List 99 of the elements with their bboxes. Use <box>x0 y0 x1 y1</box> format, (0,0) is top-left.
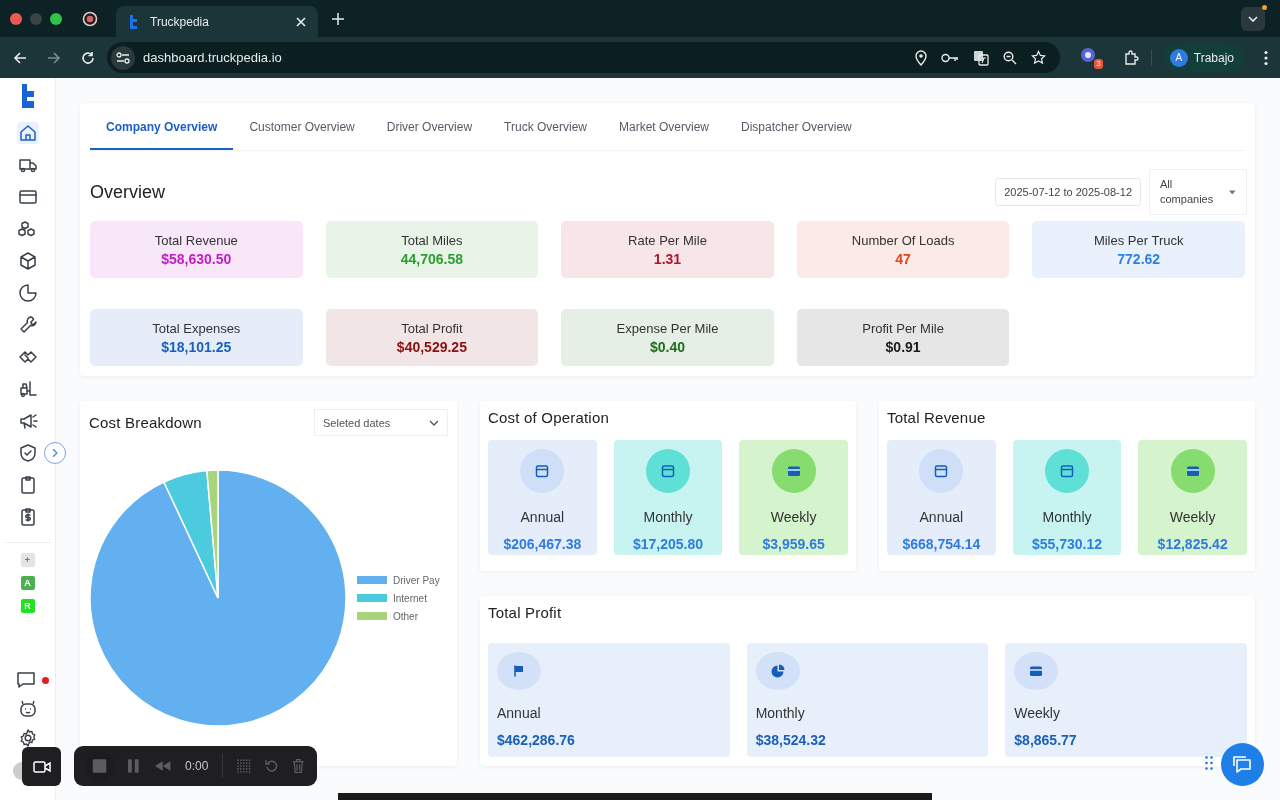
close-window-button[interactable] <box>10 12 22 25</box>
tile-label: Weekly <box>1169 509 1216 525</box>
stat-label: Total Expenses <box>152 320 241 336</box>
tile-value: $38,524.32 <box>755 732 826 748</box>
tile-value: $12,825.42 <box>1157 536 1228 552</box>
tab[interactable]: Driver Overview <box>370 103 489 150</box>
maximize-window-button[interactable] <box>50 12 62 25</box>
new-tab-icon[interactable] <box>332 12 344 25</box>
menu-icon[interactable] <box>1264 49 1268 66</box>
location-icon[interactable] <box>914 49 927 66</box>
record-icon[interactable] <box>82 10 98 27</box>
robot-icon[interactable] <box>17 699 38 719</box>
chevron-down-icon <box>1248 15 1258 22</box>
legend-label: Driver Pay <box>393 574 440 586</box>
tab[interactable]: Market Overview <box>603 103 725 150</box>
card-title: Total Profit <box>488 604 563 621</box>
company-select[interactable]: All companies <box>1149 169 1247 215</box>
chevron-down-icon <box>429 419 439 426</box>
camera-button[interactable] <box>22 747 61 786</box>
browser-tab[interactable]: Truckpedia <box>116 6 318 37</box>
date-select[interactable]: Seleted dates <box>314 409 448 436</box>
chevron-right-icon <box>52 448 58 458</box>
tile-label: Weekly <box>1014 705 1060 721</box>
legend-label: Internet <box>393 592 427 604</box>
stat-value: $58,630.50 <box>161 250 232 267</box>
drag-handle-icon[interactable] <box>1205 756 1213 770</box>
stat-label: Profit Per Mile <box>862 320 944 336</box>
forward-icon[interactable] <box>47 50 61 65</box>
extensions-icon[interactable] <box>1122 49 1139 66</box>
section-title: Overview <box>90 181 165 203</box>
stat-value: $40,529.25 <box>396 338 467 355</box>
logo-icon[interactable] <box>20 84 35 108</box>
sidebar-item[interactable] <box>16 282 39 304</box>
stat-label: Expense Per Mile <box>616 320 719 336</box>
tile-value: $55,730.12 <box>1031 536 1103 552</box>
tab[interactable]: Company Overview <box>90 103 234 150</box>
key-icon[interactable] <box>940 52 959 63</box>
tile-label: Monthly <box>643 509 693 525</box>
rewind-icon[interactable] <box>153 761 172 771</box>
tile-value: $462,286.76 <box>497 732 575 748</box>
caret-icon <box>1229 189 1236 195</box>
notification-badge: 3 <box>1094 58 1103 69</box>
chat-icon <box>1231 754 1254 775</box>
logo-icon <box>128 14 138 29</box>
extension-button[interactable]: 3 <box>1079 46 1103 69</box>
card-title: Cost of Operation <box>488 409 610 426</box>
workspace-badge[interactable]: + <box>20 553 35 567</box>
stat-value: $18,101.25 <box>161 338 232 355</box>
tile-label: Monthly <box>755 705 805 721</box>
avatar: A <box>1169 48 1188 67</box>
reload-icon[interactable] <box>81 50 95 65</box>
profile-button[interactable]: A Trabajo <box>1163 43 1244 72</box>
stat-value: $0.91 <box>885 338 921 355</box>
stat-label: Rate Per Mile <box>628 232 707 248</box>
sidebar-item[interactable] <box>16 122 39 144</box>
card-title: Cost Breakdown <box>89 414 202 431</box>
restart-icon[interactable] <box>264 759 279 773</box>
translate-icon[interactable] <box>972 49 989 66</box>
stat-value: $0.40 <box>649 338 685 355</box>
card-title: Total Revenue <box>887 409 987 426</box>
tile-value: $8,865.77 <box>1014 732 1077 748</box>
tile-label: Annual <box>919 509 964 525</box>
tile-label: Weekly <box>770 509 817 525</box>
star-icon[interactable] <box>1030 50 1046 65</box>
stat-label: Total Revenue <box>154 232 238 248</box>
tab-title: Truckpedia <box>150 14 210 29</box>
chat-icon[interactable] <box>16 670 36 690</box>
pause-icon[interactable] <box>128 759 140 773</box>
tile-value: $17,205.80 <box>632 536 704 552</box>
tab[interactable]: Customer Overview <box>233 103 371 150</box>
back-icon[interactable] <box>13 50 27 65</box>
extension-icon <box>1079 46 1096 63</box>
tile-label: Annual <box>497 705 541 721</box>
chat-button[interactable] <box>1221 743 1264 786</box>
date-range-field[interactable]: 2025-07-12 to 2025-08-12 <box>995 178 1141 206</box>
tab-search-button[interactable] <box>1241 6 1265 31</box>
stat-value: 44,706.58 <box>400 250 464 267</box>
zoom-out-icon[interactable] <box>1002 50 1017 65</box>
stat-value: 1.31 <box>653 250 682 267</box>
trash-icon[interactable] <box>292 758 305 774</box>
tab[interactable]: Dispatcher Overview <box>725 103 868 150</box>
tile-value: $3,959.65 <box>762 536 825 552</box>
stat-label: Number Of Loads <box>851 232 955 248</box>
tile-value: $206,467.38 <box>503 536 582 552</box>
legend-label: Other <box>393 610 418 622</box>
stat-value: 772.62 <box>1117 250 1161 267</box>
address-bar[interactable]: dashboard.truckpedia.io <box>107 42 1060 73</box>
tab[interactable]: Truck Overview <box>488 103 603 150</box>
tile-label: Annual <box>520 509 565 525</box>
tile-value: $668,754.14 <box>902 536 981 552</box>
site-settings-icon[interactable] <box>116 51 130 64</box>
close-icon[interactable] <box>296 16 306 27</box>
stat-value: 47 <box>895 250 911 267</box>
tile-label: Monthly <box>1042 509 1092 525</box>
stat-label: Total Profit <box>401 320 463 336</box>
recording-time: 0:00 <box>185 759 209 773</box>
stat-label: Miles Per Truck <box>1093 232 1184 248</box>
video-camera-icon <box>32 760 51 773</box>
stat-label: Total Miles <box>401 232 463 248</box>
